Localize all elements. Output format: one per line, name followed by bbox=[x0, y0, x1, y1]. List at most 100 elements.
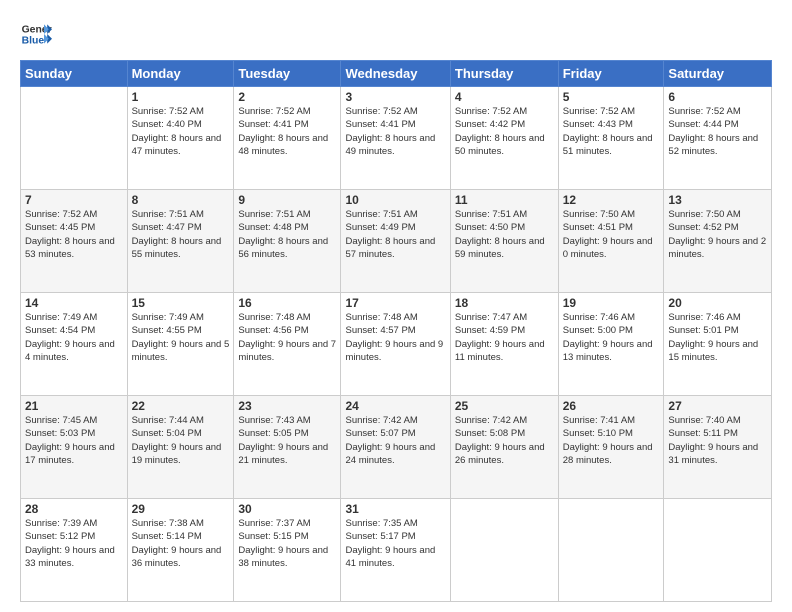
cell-info: Sunrise: 7:52 AMSunset: 4:44 PMDaylight:… bbox=[668, 105, 767, 158]
day-number: 1 bbox=[132, 90, 230, 104]
day-number: 4 bbox=[455, 90, 554, 104]
calendar-cell: 12Sunrise: 7:50 AMSunset: 4:51 PMDayligh… bbox=[558, 190, 664, 293]
day-number: 3 bbox=[345, 90, 445, 104]
calendar-cell bbox=[664, 499, 772, 602]
calendar-cell bbox=[21, 87, 128, 190]
day-number: 30 bbox=[238, 502, 336, 516]
calendar-cell bbox=[450, 499, 558, 602]
calendar-cell: 2Sunrise: 7:52 AMSunset: 4:41 PMDaylight… bbox=[234, 87, 341, 190]
calendar-cell: 9Sunrise: 7:51 AMSunset: 4:48 PMDaylight… bbox=[234, 190, 341, 293]
calendar-cell: 17Sunrise: 7:48 AMSunset: 4:57 PMDayligh… bbox=[341, 293, 450, 396]
weekday-header-monday: Monday bbox=[127, 61, 234, 87]
cell-info: Sunrise: 7:45 AMSunset: 5:03 PMDaylight:… bbox=[25, 414, 123, 467]
calendar-cell: 8Sunrise: 7:51 AMSunset: 4:47 PMDaylight… bbox=[127, 190, 234, 293]
calendar-cell: 18Sunrise: 7:47 AMSunset: 4:59 PMDayligh… bbox=[450, 293, 558, 396]
cell-info: Sunrise: 7:48 AMSunset: 4:57 PMDaylight:… bbox=[345, 311, 445, 364]
cell-info: Sunrise: 7:41 AMSunset: 5:10 PMDaylight:… bbox=[563, 414, 660, 467]
cell-info: Sunrise: 7:51 AMSunset: 4:50 PMDaylight:… bbox=[455, 208, 554, 261]
cell-info: Sunrise: 7:46 AMSunset: 5:01 PMDaylight:… bbox=[668, 311, 767, 364]
day-number: 26 bbox=[563, 399, 660, 413]
weekday-header-friday: Friday bbox=[558, 61, 664, 87]
calendar-week-row: 14Sunrise: 7:49 AMSunset: 4:54 PMDayligh… bbox=[21, 293, 772, 396]
weekday-header-wednesday: Wednesday bbox=[341, 61, 450, 87]
calendar-week-row: 21Sunrise: 7:45 AMSunset: 5:03 PMDayligh… bbox=[21, 396, 772, 499]
cell-info: Sunrise: 7:52 AMSunset: 4:42 PMDaylight:… bbox=[455, 105, 554, 158]
day-number: 25 bbox=[455, 399, 554, 413]
cell-info: Sunrise: 7:50 AMSunset: 4:51 PMDaylight:… bbox=[563, 208, 660, 261]
calendar-cell: 5Sunrise: 7:52 AMSunset: 4:43 PMDaylight… bbox=[558, 87, 664, 190]
cell-info: Sunrise: 7:46 AMSunset: 5:00 PMDaylight:… bbox=[563, 311, 660, 364]
calendar-week-row: 1Sunrise: 7:52 AMSunset: 4:40 PMDaylight… bbox=[21, 87, 772, 190]
day-number: 29 bbox=[132, 502, 230, 516]
calendar-cell: 10Sunrise: 7:51 AMSunset: 4:49 PMDayligh… bbox=[341, 190, 450, 293]
day-number: 10 bbox=[345, 193, 445, 207]
calendar-table: SundayMondayTuesdayWednesdayThursdayFrid… bbox=[20, 60, 772, 602]
calendar-cell: 27Sunrise: 7:40 AMSunset: 5:11 PMDayligh… bbox=[664, 396, 772, 499]
logo: General Blue bbox=[20, 18, 58, 50]
cell-info: Sunrise: 7:47 AMSunset: 4:59 PMDaylight:… bbox=[455, 311, 554, 364]
calendar-cell: 23Sunrise: 7:43 AMSunset: 5:05 PMDayligh… bbox=[234, 396, 341, 499]
day-number: 9 bbox=[238, 193, 336, 207]
calendar-cell: 7Sunrise: 7:52 AMSunset: 4:45 PMDaylight… bbox=[21, 190, 128, 293]
day-number: 14 bbox=[25, 296, 123, 310]
weekday-header-sunday: Sunday bbox=[21, 61, 128, 87]
cell-info: Sunrise: 7:42 AMSunset: 5:07 PMDaylight:… bbox=[345, 414, 445, 467]
svg-text:Blue: Blue bbox=[22, 36, 45, 47]
cell-info: Sunrise: 7:51 AMSunset: 4:49 PMDaylight:… bbox=[345, 208, 445, 261]
day-number: 27 bbox=[668, 399, 767, 413]
cell-info: Sunrise: 7:49 AMSunset: 4:55 PMDaylight:… bbox=[132, 311, 230, 364]
calendar-cell: 28Sunrise: 7:39 AMSunset: 5:12 PMDayligh… bbox=[21, 499, 128, 602]
cell-info: Sunrise: 7:44 AMSunset: 5:04 PMDaylight:… bbox=[132, 414, 230, 467]
calendar-cell: 4Sunrise: 7:52 AMSunset: 4:42 PMDaylight… bbox=[450, 87, 558, 190]
day-number: 8 bbox=[132, 193, 230, 207]
calendar-cell: 29Sunrise: 7:38 AMSunset: 5:14 PMDayligh… bbox=[127, 499, 234, 602]
cell-info: Sunrise: 7:51 AMSunset: 4:48 PMDaylight:… bbox=[238, 208, 336, 261]
day-number: 11 bbox=[455, 193, 554, 207]
calendar-cell: 11Sunrise: 7:51 AMSunset: 4:50 PMDayligh… bbox=[450, 190, 558, 293]
cell-info: Sunrise: 7:52 AMSunset: 4:43 PMDaylight:… bbox=[563, 105, 660, 158]
day-number: 13 bbox=[668, 193, 767, 207]
cell-info: Sunrise: 7:48 AMSunset: 4:56 PMDaylight:… bbox=[238, 311, 336, 364]
calendar-cell: 1Sunrise: 7:52 AMSunset: 4:40 PMDaylight… bbox=[127, 87, 234, 190]
day-number: 23 bbox=[238, 399, 336, 413]
calendar-week-row: 7Sunrise: 7:52 AMSunset: 4:45 PMDaylight… bbox=[21, 190, 772, 293]
weekday-header-saturday: Saturday bbox=[664, 61, 772, 87]
calendar-cell: 31Sunrise: 7:35 AMSunset: 5:17 PMDayligh… bbox=[341, 499, 450, 602]
cell-info: Sunrise: 7:42 AMSunset: 5:08 PMDaylight:… bbox=[455, 414, 554, 467]
weekday-header-thursday: Thursday bbox=[450, 61, 558, 87]
day-number: 21 bbox=[25, 399, 123, 413]
day-number: 17 bbox=[345, 296, 445, 310]
calendar-cell bbox=[558, 499, 664, 602]
cell-info: Sunrise: 7:43 AMSunset: 5:05 PMDaylight:… bbox=[238, 414, 336, 467]
weekday-header-tuesday: Tuesday bbox=[234, 61, 341, 87]
weekday-header-row: SundayMondayTuesdayWednesdayThursdayFrid… bbox=[21, 61, 772, 87]
day-number: 28 bbox=[25, 502, 123, 516]
day-number: 19 bbox=[563, 296, 660, 310]
calendar-cell: 21Sunrise: 7:45 AMSunset: 5:03 PMDayligh… bbox=[21, 396, 128, 499]
cell-info: Sunrise: 7:52 AMSunset: 4:40 PMDaylight:… bbox=[132, 105, 230, 158]
cell-info: Sunrise: 7:35 AMSunset: 5:17 PMDaylight:… bbox=[345, 517, 445, 570]
calendar-cell: 22Sunrise: 7:44 AMSunset: 5:04 PMDayligh… bbox=[127, 396, 234, 499]
day-number: 7 bbox=[25, 193, 123, 207]
cell-info: Sunrise: 7:52 AMSunset: 4:41 PMDaylight:… bbox=[345, 105, 445, 158]
cell-info: Sunrise: 7:40 AMSunset: 5:11 PMDaylight:… bbox=[668, 414, 767, 467]
day-number: 24 bbox=[345, 399, 445, 413]
cell-info: Sunrise: 7:38 AMSunset: 5:14 PMDaylight:… bbox=[132, 517, 230, 570]
logo-icon: General Blue bbox=[20, 18, 52, 50]
calendar-cell: 3Sunrise: 7:52 AMSunset: 4:41 PMDaylight… bbox=[341, 87, 450, 190]
calendar-cell: 24Sunrise: 7:42 AMSunset: 5:07 PMDayligh… bbox=[341, 396, 450, 499]
calendar-cell: 16Sunrise: 7:48 AMSunset: 4:56 PMDayligh… bbox=[234, 293, 341, 396]
cell-info: Sunrise: 7:52 AMSunset: 4:45 PMDaylight:… bbox=[25, 208, 123, 261]
calendar-cell: 14Sunrise: 7:49 AMSunset: 4:54 PMDayligh… bbox=[21, 293, 128, 396]
calendar-cell: 15Sunrise: 7:49 AMSunset: 4:55 PMDayligh… bbox=[127, 293, 234, 396]
day-number: 6 bbox=[668, 90, 767, 104]
cell-info: Sunrise: 7:49 AMSunset: 4:54 PMDaylight:… bbox=[25, 311, 123, 364]
day-number: 20 bbox=[668, 296, 767, 310]
day-number: 15 bbox=[132, 296, 230, 310]
cell-info: Sunrise: 7:39 AMSunset: 5:12 PMDaylight:… bbox=[25, 517, 123, 570]
calendar-cell: 6Sunrise: 7:52 AMSunset: 4:44 PMDaylight… bbox=[664, 87, 772, 190]
calendar-cell: 25Sunrise: 7:42 AMSunset: 5:08 PMDayligh… bbox=[450, 396, 558, 499]
cell-info: Sunrise: 7:50 AMSunset: 4:52 PMDaylight:… bbox=[668, 208, 767, 261]
day-number: 31 bbox=[345, 502, 445, 516]
cell-info: Sunrise: 7:52 AMSunset: 4:41 PMDaylight:… bbox=[238, 105, 336, 158]
